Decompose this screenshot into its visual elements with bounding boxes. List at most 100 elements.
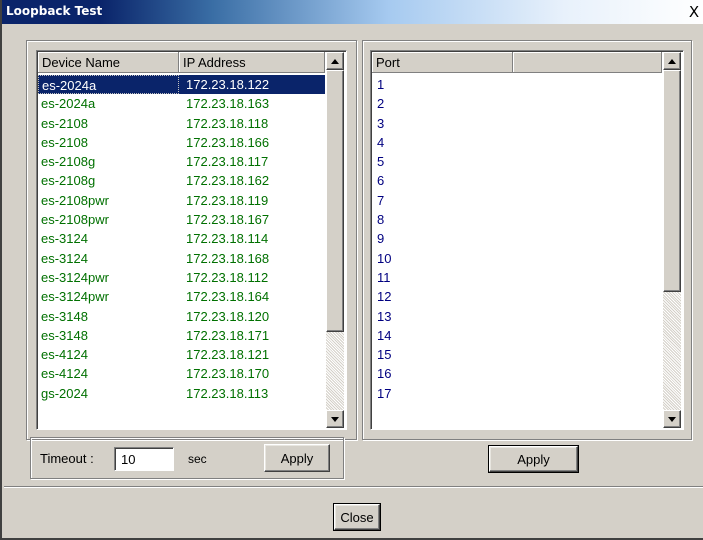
device-list: es-2024a 172.23.18.122 es-2024a 172.23.18.1… (38, 75, 325, 403)
table-row[interactable]: es-2024a 172.23.18.163 (38, 94, 325, 113)
ip-address-cell: 172.23.18.166 (186, 134, 270, 150)
port-list-item[interactable]: 15 (375, 345, 391, 364)
timeout-unit-label: sec (188, 452, 207, 466)
ip-address-cell: 172.23.18.171 (186, 327, 270, 343)
port-scroll-thumb[interactable] (663, 70, 681, 292)
port-list-item[interactable]: 8 (375, 210, 391, 229)
separator (4, 486, 703, 488)
table-row[interactable]: es-3124pwr 172.23.18.164 (38, 287, 325, 306)
device-name-cell: es-2108pwr (41, 192, 109, 208)
ip-address-cell: 172.23.18.113 (186, 385, 269, 401)
port-list-item[interactable]: 17 (375, 384, 391, 403)
port-table-scrollbar[interactable] (663, 52, 681, 428)
table-row[interactable]: es-4124 172.23.18.170 (38, 364, 325, 383)
port-scroll-down-button[interactable] (663, 410, 681, 428)
device-name-cell: es-3148 (41, 308, 88, 324)
port-list-item[interactable]: 14 (375, 326, 391, 345)
arrow-up-icon (668, 58, 676, 64)
port-list-item[interactable]: 12 (375, 287, 391, 306)
device-name-cell: es-3124pwr (41, 289, 109, 305)
port-list-item[interactable]: 11 (375, 268, 391, 287)
timeout-apply-button[interactable]: Apply (264, 444, 330, 472)
column-header-blank[interactable] (513, 52, 662, 73)
port-list-item[interactable]: 16 (375, 364, 391, 383)
table-row[interactable]: es-2108pwr 172.23.18.167 (38, 210, 325, 229)
device-table-header: Device Name IP Address (38, 52, 325, 73)
scroll-thumb[interactable] (326, 70, 344, 332)
ip-address-cell: 172.23.18.120 (186, 308, 270, 324)
port-list-item[interactable]: 1 (375, 75, 391, 94)
device-name-cell: es-2024a (38, 75, 179, 95)
timeout-label: Timeout : (40, 451, 94, 466)
ip-address-cell: 172.23.18.163 (186, 96, 270, 112)
timeout-input[interactable] (114, 447, 174, 471)
table-row[interactable]: es-3124 172.23.18.168 (38, 249, 325, 268)
device-name-cell: es-2108g (41, 154, 96, 170)
port-list-item[interactable]: 7 (375, 191, 391, 210)
arrow-up-icon (331, 58, 339, 64)
port-scroll-up-button[interactable] (663, 52, 681, 70)
ip-address-cell: 172.23.18.119 (186, 192, 269, 208)
ip-address-cell: 172.23.18.112 (186, 269, 269, 285)
table-row[interactable]: es-2108 172.23.18.118 (38, 114, 325, 133)
table-row[interactable]: es-2024a 172.23.18.122 (38, 75, 325, 95)
device-name-cell: es-3124 (41, 231, 88, 247)
table-row[interactable]: es-2108 172.23.18.166 (38, 133, 325, 152)
arrow-down-icon (668, 416, 676, 422)
table-row[interactable]: gs-2024 172.23.18.113 (38, 384, 325, 403)
port-list-item[interactable]: 2 (375, 94, 391, 113)
port-list-item[interactable]: 13 (375, 307, 391, 326)
port-list-item[interactable]: 6 (375, 171, 391, 190)
ip-address-cell: 172.23.18.162 (186, 173, 270, 189)
device-name-cell: es-4124 (41, 347, 88, 363)
device-name-cell: es-3148 (41, 327, 88, 343)
device-name-cell: es-2108 (41, 134, 88, 150)
close-icon[interactable]: X (686, 3, 702, 21)
port-list-item[interactable]: 9 (375, 229, 391, 248)
port-list-item[interactable]: 4 (375, 133, 391, 152)
port-apply-button[interactable]: Apply (488, 445, 579, 473)
port-list: 1 2 3 4 5 6 7 8 9 10 11 12 13 14 15 16 17 (375, 75, 391, 403)
table-row[interactable]: es-3124pwr 172.23.18.112 (38, 268, 325, 287)
port-table-header: Port (372, 52, 662, 73)
device-name-cell: es-3124 (41, 250, 88, 266)
ip-address-cell: 172.23.18.164 (186, 289, 270, 305)
table-row[interactable]: es-3124 172.23.18.114 (38, 229, 325, 248)
table-row[interactable]: es-4124 172.23.18.121 (38, 345, 325, 364)
column-header-port[interactable]: Port (372, 52, 513, 73)
device-name-cell: es-3124pwr (41, 269, 109, 285)
ip-address-cell: 172.23.18.167 (186, 212, 270, 228)
close-button[interactable]: Close (333, 503, 381, 531)
device-name-cell: es-4124 (41, 366, 88, 382)
device-name-cell: es-2024a (41, 96, 96, 112)
table-row[interactable]: es-3148 172.23.18.171 (38, 326, 325, 345)
port-list-item[interactable]: 10 (375, 249, 391, 268)
table-row[interactable]: es-2108g 172.23.18.162 (38, 171, 325, 190)
scroll-down-button[interactable] (326, 410, 344, 428)
ip-address-cell: 172.23.18.118 (186, 115, 269, 131)
device-name-cell: es-2108 (41, 115, 88, 131)
port-list-item[interactable]: 3 (375, 114, 391, 133)
ip-address-cell: 172.23.18.117 (186, 154, 269, 170)
table-row[interactable]: es-2108pwr 172.23.18.119 (38, 191, 325, 210)
ip-address-cell: 172.23.18.168 (186, 250, 270, 266)
device-table-scrollbar[interactable] (326, 52, 344, 428)
loopback-test-dialog: Loopback Test X Device Name IP Address e… (0, 0, 703, 540)
device-name-cell: es-2108pwr (41, 212, 109, 228)
window-title: Loopback Test (6, 4, 103, 18)
device-name-cell: gs-2024 (41, 385, 88, 401)
port-list-item[interactable]: 5 (375, 152, 391, 171)
device-table: Device Name IP Address es-2024a 172.23.18… (36, 50, 347, 430)
ip-address-cell: 172.23.18.114 (186, 231, 269, 247)
ip-address-cell: 172.23.18.121 (186, 347, 270, 363)
ip-address-cell: 172.23.18.122 (186, 77, 270, 92)
device-name-cell: es-2108g (41, 173, 96, 189)
port-table: Port 1 2 3 4 5 6 7 8 9 10 11 12 13 14 15 16 17 (370, 50, 684, 430)
table-row[interactable]: es-3148 172.23.18.120 (38, 307, 325, 326)
arrow-down-icon (331, 416, 339, 422)
scroll-up-button[interactable] (326, 52, 344, 70)
table-row[interactable]: es-2108g 172.23.18.117 (38, 152, 325, 171)
column-header-device-name[interactable]: Device Name (38, 52, 179, 73)
title-bar[interactable]: Loopback Test X (2, 0, 703, 24)
column-header-ip-address[interactable]: IP Address (179, 52, 325, 73)
